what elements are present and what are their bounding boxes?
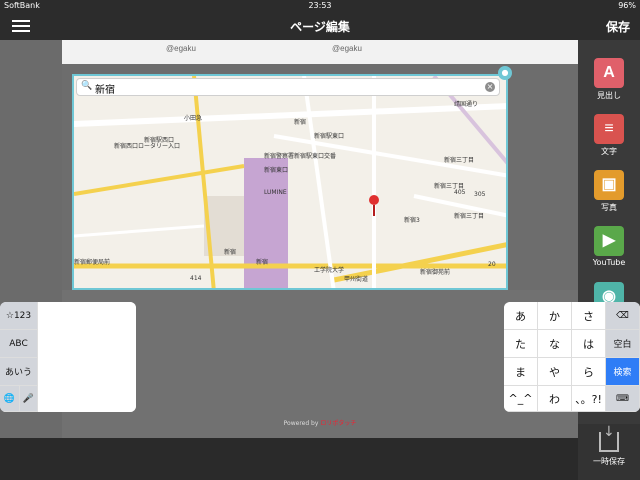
map-label: 新宿駅東口 — [314, 132, 344, 140]
map-label: 新宿 — [256, 258, 268, 266]
photo-tool-label: 写真 — [601, 203, 617, 212]
illustration-text: @egaku — [332, 44, 362, 53]
powered-by-footer: Powered by ロリポタッチ — [62, 418, 578, 427]
page-content-area[interactable] — [62, 290, 578, 438]
kana-key[interactable]: ^_^ — [504, 386, 538, 412]
footer-brand-link[interactable]: ロリポタッチ — [320, 420, 356, 427]
keyboard-right-panel: あかさたなはまやら ^_^ わ、。?! ⌫ 空白 検索 ⌨ — [504, 302, 640, 412]
kana-key[interactable]: は — [572, 330, 606, 358]
search-key[interactable]: 検索 — [606, 358, 640, 386]
tool-sidebar: A 見出し ≡ 文字 ▣ 写真 ▶ YouTube ◉ 一時保存 — [578, 40, 640, 480]
kana-key[interactable]: か — [538, 302, 572, 330]
kana-key[interactable]: さ — [572, 302, 606, 330]
map-label: 新宿 — [224, 248, 236, 256]
key-abc[interactable]: ABC — [0, 330, 38, 358]
map-label: 新宿3 — [404, 216, 420, 224]
battery-label: 96% — [618, 1, 636, 10]
photo-tool-button[interactable]: ▣ 写真 — [578, 164, 640, 220]
map-label: 414 — [190, 275, 202, 282]
navigation-bar: ページ編集 保存 — [0, 12, 640, 40]
kana-key[interactable]: ら — [572, 358, 606, 386]
map-label: 新宿御苑前 — [420, 268, 450, 276]
kana-key[interactable]: た — [504, 330, 538, 358]
bottom-bar — [0, 438, 578, 480]
map-label: 新宿警察署新宿駅東口交番 — [264, 152, 336, 160]
map-search-bar[interactable]: 🔍 新宿 × — [76, 78, 500, 96]
clear-search-icon[interactable]: × — [485, 82, 495, 92]
kana-key[interactable]: あ — [504, 302, 538, 330]
key-numbers-symbols[interactable]: ☆123 — [0, 302, 38, 330]
map-label: 20 — [488, 261, 496, 268]
map-view[interactable]: 新宿西口ロータリー入口新宿駅西口新宿駅東口新宿警察署新宿駅東口交番新宿三丁目新宿… — [74, 76, 508, 290]
map-label: 新宿三丁目 — [454, 212, 484, 220]
heading-tool-button[interactable]: A 見出し — [578, 52, 640, 108]
illustration-text: @egaku — [166, 44, 196, 53]
map-label: 工学院大学 — [314, 266, 344, 274]
backspace-icon[interactable]: ⌫ — [606, 302, 640, 330]
keyboard-left-panel: ☆123 ABC あいう 🌐 🎤 — [0, 302, 136, 412]
temporary-save-button[interactable]: 一時保存 — [578, 424, 640, 480]
temporary-save-label: 一時保存 — [593, 457, 625, 466]
microphone-icon[interactable]: 🎤 — [20, 386, 38, 412]
map-label: LUMINE — [264, 189, 287, 196]
map-label: 靖国通り — [454, 100, 478, 108]
kana-key[interactable]: や — [538, 358, 572, 386]
search-icon: 🔍 — [81, 81, 93, 91]
key-kana[interactable]: あいう — [0, 358, 38, 386]
space-key[interactable]: 空白 — [606, 330, 640, 358]
candidate-area — [38, 302, 136, 412]
header-illustration: @egaku @egaku — [62, 40, 578, 64]
kana-key[interactable]: 、。?! — [572, 386, 606, 412]
map-label: 新宿東口 — [264, 166, 288, 174]
save-button[interactable]: 保存 — [606, 18, 630, 35]
map-search-input[interactable]: 新宿 — [95, 81, 115, 96]
map-location-badge-icon[interactable]: ● — [498, 66, 512, 80]
globe-icon[interactable]: 🌐 — [0, 386, 20, 412]
map-label: 新宿郵便局前 — [74, 258, 110, 266]
clock-label: 23:53 — [308, 1, 332, 10]
status-bar: SoftBank 23:53 96% — [0, 0, 640, 12]
map-label: 新宿三丁目 — [444, 156, 474, 164]
map-label: 小田急 — [184, 114, 202, 122]
youtube-tool-button[interactable]: ▶ YouTube — [578, 220, 640, 276]
map-label: 甲州街道 — [344, 275, 368, 283]
footer-prefix: Powered by — [283, 420, 319, 427]
download-icon — [599, 424, 619, 452]
youtube-tool-label: YouTube — [592, 258, 626, 267]
text-icon: ≡ — [594, 114, 624, 144]
map-label: 405 — [454, 189, 466, 196]
keyboard-dismiss-icon[interactable]: ⌨ — [606, 386, 640, 412]
heading-icon: A — [594, 58, 624, 88]
page-title: ページ編集 — [290, 20, 350, 34]
heading-tool-label: 見出し — [597, 91, 621, 100]
kana-key[interactable]: な — [538, 330, 572, 358]
map-widget[interactable]: 新宿西口ロータリー入口 新宿駅西口 新宿駅東口 新宿警察署新宿駅東口交番 新宿三丁目 新宿… — [72, 74, 508, 290]
map-label: 新宿 — [294, 118, 306, 126]
kana-key[interactable]: ま — [504, 358, 538, 386]
youtube-icon: ▶ — [594, 226, 624, 256]
hamburger-menu-icon[interactable] — [12, 18, 30, 34]
kana-key[interactable]: わ — [538, 386, 572, 412]
map-label: 305 — [474, 191, 486, 198]
text-tool-label: 文字 — [601, 147, 617, 156]
photo-icon: ▣ — [594, 170, 624, 200]
map-label: 新宿駅西口 — [144, 136, 174, 144]
text-tool-button[interactable]: ≡ 文字 — [578, 108, 640, 164]
